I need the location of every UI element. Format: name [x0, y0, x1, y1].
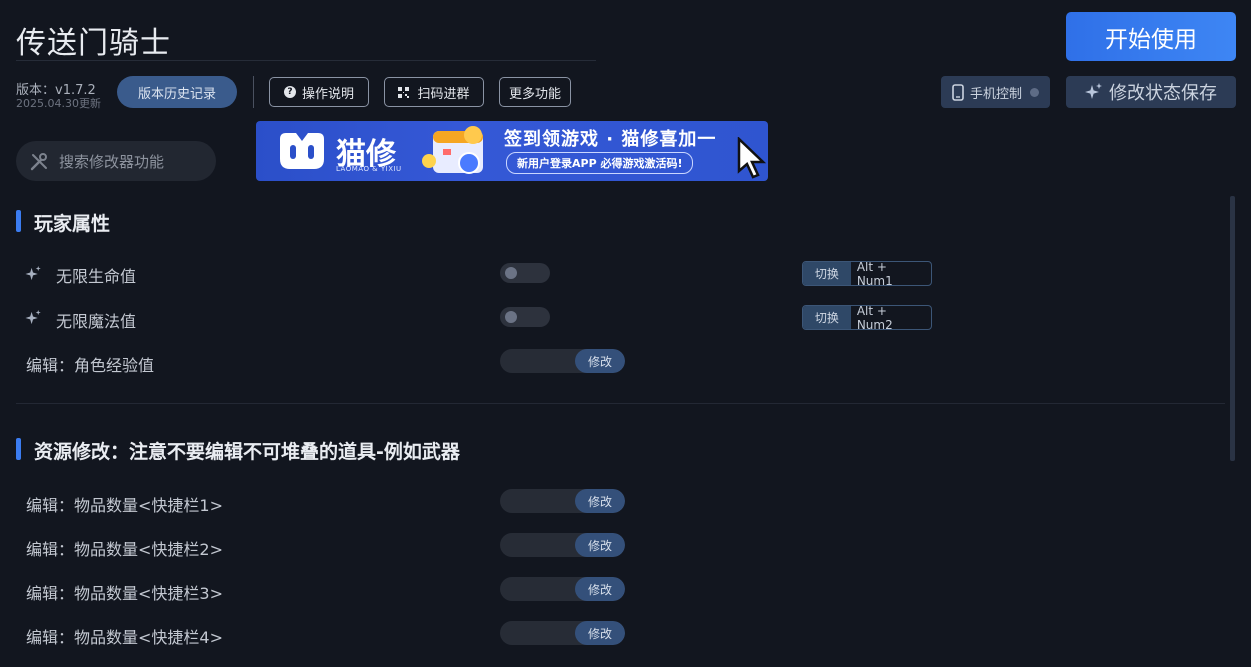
hotkey-infinite-mana[interactable]: 切换 Alt + Num2 [802, 305, 932, 330]
edit-field-slot2[interactable]: 修改 [500, 533, 625, 557]
hotkey-switch-label: 切换 [803, 306, 851, 329]
search-placeholder: 搜索修改器功能 [59, 152, 165, 171]
section-title-resources: 资源修改：注意不要编辑不可堆叠的道具-例如武器 [34, 441, 460, 463]
hotkey-combo: Alt + Num2 [856, 305, 893, 330]
qrcode-icon [398, 86, 410, 98]
help-button-label: 操作说明 [301, 86, 354, 102]
title-divider [16, 60, 596, 61]
edit-field-slot4[interactable]: 修改 [500, 621, 625, 645]
toolbar-divider [253, 76, 254, 108]
banner-subline: 新用户登录APP 必得游戏激活码! [506, 152, 694, 174]
edit-field-exp[interactable]: 修改 [500, 349, 625, 373]
hotkey-combo: Alt + Num1 [856, 261, 893, 286]
calendar-illustration-icon [422, 126, 483, 174]
modify-button[interactable]: 修改 [575, 577, 625, 601]
edit-field-slot3[interactable]: 修改 [500, 577, 625, 601]
section-title-player: 玩家属性 [34, 213, 111, 235]
modify-button[interactable]: 修改 [575, 621, 625, 645]
scrollbar[interactable] [1230, 196, 1235, 461]
section-marker [16, 210, 21, 232]
row-label-slot4: 编辑：物品数量<快捷栏4> [26, 628, 223, 647]
edit-field-slot1[interactable]: 修改 [500, 489, 625, 513]
maoxiu-logo-icon [280, 133, 324, 169]
phone-control-button[interactable]: 手机控制 [941, 76, 1050, 108]
wrench-icon [30, 152, 47, 170]
scan-join-button[interactable]: 扫码进群 [384, 77, 484, 107]
sparkle-icon [25, 309, 41, 325]
modify-button[interactable]: 修改 [575, 349, 625, 373]
row-label-slot3: 编辑：物品数量<快捷栏3> [26, 584, 223, 603]
cursor-pointer-icon [737, 137, 767, 179]
phone-control-label: 手机控制 [969, 86, 1022, 102]
phone-icon [952, 83, 964, 101]
save-state-button[interactable]: 修改状态保存 [1066, 76, 1236, 108]
scan-join-label: 扫码进群 [417, 86, 470, 102]
toggle-knob [505, 267, 517, 279]
banner-brand-sub: LAOMAO & YIXIU [336, 165, 402, 173]
question-icon: ? [283, 86, 296, 98]
app-title: 传送门骑士 [16, 26, 171, 61]
sparkle-icon [25, 265, 41, 281]
search-input[interactable]: 搜索修改器功能 [16, 141, 216, 181]
modify-button[interactable]: 修改 [575, 489, 625, 513]
start-button[interactable]: 开始使用 [1066, 12, 1236, 61]
version-history-button[interactable]: 版本历史记录 [117, 76, 237, 108]
banner-headline: 签到领游戏 · 猫修喜加一 [504, 129, 717, 150]
hotkey-switch-label: 切换 [803, 262, 851, 285]
hotkey-infinite-health[interactable]: 切换 Alt + Num1 [802, 261, 932, 286]
status-dot-icon [1030, 87, 1039, 97]
section-marker [16, 438, 21, 460]
modify-button[interactable]: 修改 [575, 533, 625, 557]
update-date: 2025.04.30更新 [16, 97, 101, 110]
section-divider [16, 403, 1225, 404]
sparkle-icon [1085, 83, 1102, 99]
more-features-button[interactable]: 更多功能 [499, 77, 571, 107]
row-label-exp: 编辑：角色经验值 [26, 356, 155, 375]
row-label-infinite-health: 无限生命值 [56, 267, 137, 286]
row-label-infinite-mana: 无限魔法值 [56, 312, 137, 331]
help-button[interactable]: ? 操作说明 [269, 77, 369, 107]
toggle-infinite-mana[interactable] [500, 307, 550, 327]
toggle-infinite-health[interactable] [500, 263, 550, 283]
toggle-knob [505, 311, 517, 323]
promo-banner[interactable]: 猫修 LAOMAO & YIXIU 签到领游戏 · 猫修喜加一 新用户登录APP… [256, 121, 768, 181]
row-label-slot2: 编辑：物品数量<快捷栏2> [26, 540, 223, 559]
save-state-label: 修改状态保存 [1109, 83, 1217, 104]
row-label-slot1: 编辑：物品数量<快捷栏1> [26, 496, 223, 515]
